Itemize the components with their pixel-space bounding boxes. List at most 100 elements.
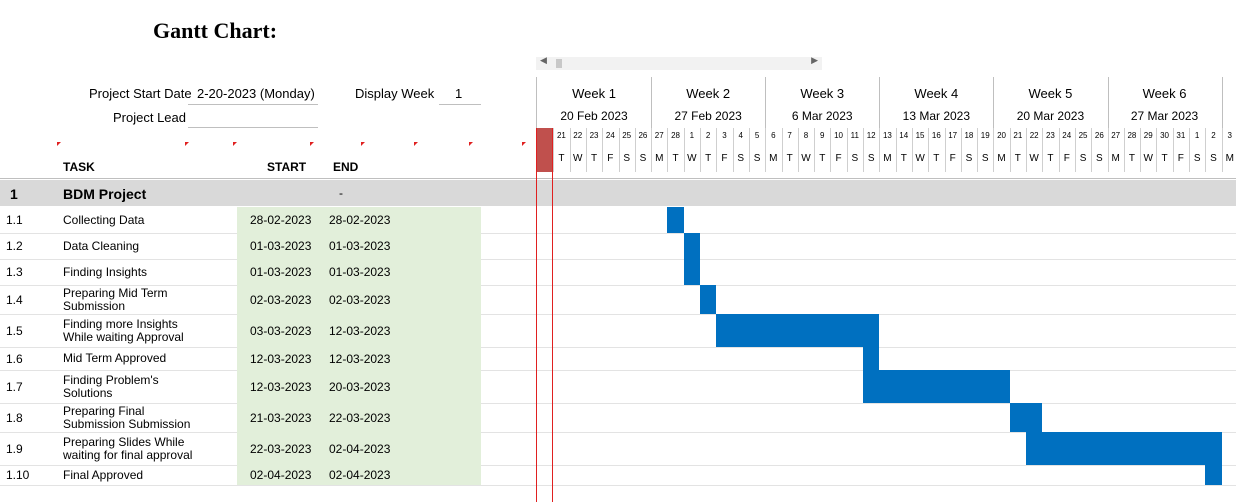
day-number: 16 [931, 131, 941, 140]
gantt-bar[interactable] [716, 314, 880, 347]
task-name[interactable]: Finding Insights [63, 264, 148, 279]
task-start[interactable]: 01-03-2023 [250, 265, 311, 279]
day-number: 1 [1194, 131, 1200, 140]
project-start-field[interactable]: 2-20-2023 (Monday) [188, 86, 318, 105]
task-name[interactable]: Collecting Data [63, 213, 144, 227]
task-end[interactable]: 12-03-2023 [329, 324, 390, 338]
day-number: 15 [915, 131, 925, 140]
project-lead-field[interactable] [188, 110, 318, 128]
comment-marker [469, 142, 473, 146]
task-id: 1.2 [6, 239, 23, 253]
task-start[interactable]: 28-02-2023 [250, 213, 311, 227]
task-id: 1.4 [6, 292, 23, 307]
task-start[interactable]: 02-04-2023 [250, 468, 311, 482]
day-letter: S [623, 153, 630, 164]
page-title: Gantt Chart: [153, 18, 278, 43]
day-letter: T [705, 153, 712, 164]
task-end[interactable]: 01-03-2023 [329, 265, 390, 279]
comment-marker [233, 142, 237, 146]
day-letter: M [655, 153, 664, 164]
day-number: 21 [1013, 131, 1023, 140]
task-id: 1.10 [6, 468, 30, 482]
task-name[interactable]: Mid Term Approved [63, 352, 166, 365]
task-start[interactable]: 12-03-2023 [250, 380, 311, 394]
comment-marker [414, 142, 418, 146]
task-end[interactable]: 28-02-2023 [329, 213, 390, 227]
gantt-bar[interactable] [863, 347, 880, 370]
day-letter: W [1029, 153, 1039, 164]
day-number: 27 [654, 131, 664, 140]
day-letter: S [1079, 153, 1087, 164]
comment-marker [310, 142, 314, 146]
task-start[interactable]: 03-03-2023 [250, 324, 311, 338]
comment-marker [361, 142, 365, 146]
task-name-line: Finding Insights [63, 264, 148, 279]
horizontal-scrollbar[interactable]: ◀ ▶ [536, 55, 822, 70]
task-name[interactable]: Finding more Insights While waiting Appro… [63, 317, 184, 344]
today-marker [536, 128, 553, 502]
gantt-bar[interactable] [667, 207, 684, 233]
task-name[interactable]: Final Approved [63, 468, 143, 482]
scroll-left-icon[interactable]: ◀ [540, 55, 547, 66]
day-number: 13 [882, 131, 892, 140]
week-label: Week 3 [800, 86, 845, 101]
day-letter: S [981, 153, 989, 164]
day-number: 6 [771, 131, 776, 140]
day-letter: T [1161, 153, 1168, 164]
task-start[interactable]: 01-03-2023 [250, 239, 311, 253]
day-letter: M [1225, 153, 1234, 164]
column-header-start: START [267, 160, 307, 174]
task-name[interactable]: Preparing Slides While waiting for final … [63, 435, 192, 462]
task-name[interactable]: Finding Problem's Solutions [63, 373, 159, 400]
task-start[interactable]: 02-03-2023 [250, 293, 311, 307]
comment-marker [522, 142, 526, 146]
task-end[interactable]: 02-03-2023 [329, 293, 390, 307]
table-row: 1.1 Collecting Data 28-02-2023 28-02-2023 [0, 207, 1236, 234]
table-row: 1.8 Preparing Final Submission Submission 2… [0, 403, 1236, 433]
task-end[interactable]: 02-04-2023 [329, 468, 390, 482]
day-letter: S [1096, 153, 1103, 164]
day-letter: S [867, 153, 875, 164]
task-end[interactable]: 01-03-2023 [329, 239, 390, 253]
task-end[interactable]: 02-04-2023 [329, 442, 390, 456]
day-letter: F [721, 153, 728, 164]
task-id: 1.1 [6, 213, 23, 227]
week-date: 13 Mar 2023 [902, 109, 971, 123]
project-name: BDM Project [63, 186, 147, 202]
task-name[interactable]: Preparing Final Submission Submission [63, 404, 190, 431]
task-id: 1.9 [6, 441, 23, 456]
day-number: 21 [556, 131, 566, 140]
day-number: 22 [573, 131, 583, 140]
day-letter: M [997, 153, 1006, 164]
day-letter: T [819, 153, 826, 164]
gantt-bar[interactable] [1205, 465, 1222, 485]
task-name[interactable]: Preparing Mid Term Submission [63, 286, 167, 313]
gantt-bar[interactable] [700, 285, 717, 314]
display-week-field[interactable]: 1 [439, 86, 481, 105]
gantt-bar[interactable] [863, 370, 1010, 403]
gantt-bar[interactable] [1009, 403, 1043, 432]
day-number: 28 [671, 131, 680, 140]
task-name[interactable]: Data Cleaning [63, 239, 139, 253]
gantt-bar[interactable] [683, 233, 700, 259]
gantt-bar[interactable] [1026, 432, 1222, 465]
day-letter: S [965, 153, 973, 164]
day-number: 23 [1045, 131, 1055, 140]
day-number: 26 [638, 131, 648, 140]
task-start[interactable]: 22-03-2023 [250, 442, 311, 456]
day-number: 31 [1176, 131, 1186, 140]
task-start[interactable]: 21-03-2023 [250, 411, 311, 425]
gantt-bar[interactable] [683, 259, 700, 285]
week-label: Week 2 [686, 86, 731, 101]
scroll-right-icon[interactable]: ▶ [811, 55, 818, 66]
task-end[interactable]: 22-03-2023 [329, 411, 390, 425]
task-start[interactable]: 12-03-2023 [250, 352, 311, 366]
column-header-task: TASK [63, 160, 95, 174]
task-id: 1.8 [6, 410, 23, 425]
task-end[interactable]: 12-03-2023 [329, 352, 390, 366]
scrollbar-thumb[interactable] [556, 59, 562, 68]
day-letter: T [900, 153, 907, 164]
day-letter: F [949, 153, 956, 164]
day-number: 1 [689, 131, 695, 140]
task-end[interactable]: 20-03-2023 [329, 380, 390, 394]
